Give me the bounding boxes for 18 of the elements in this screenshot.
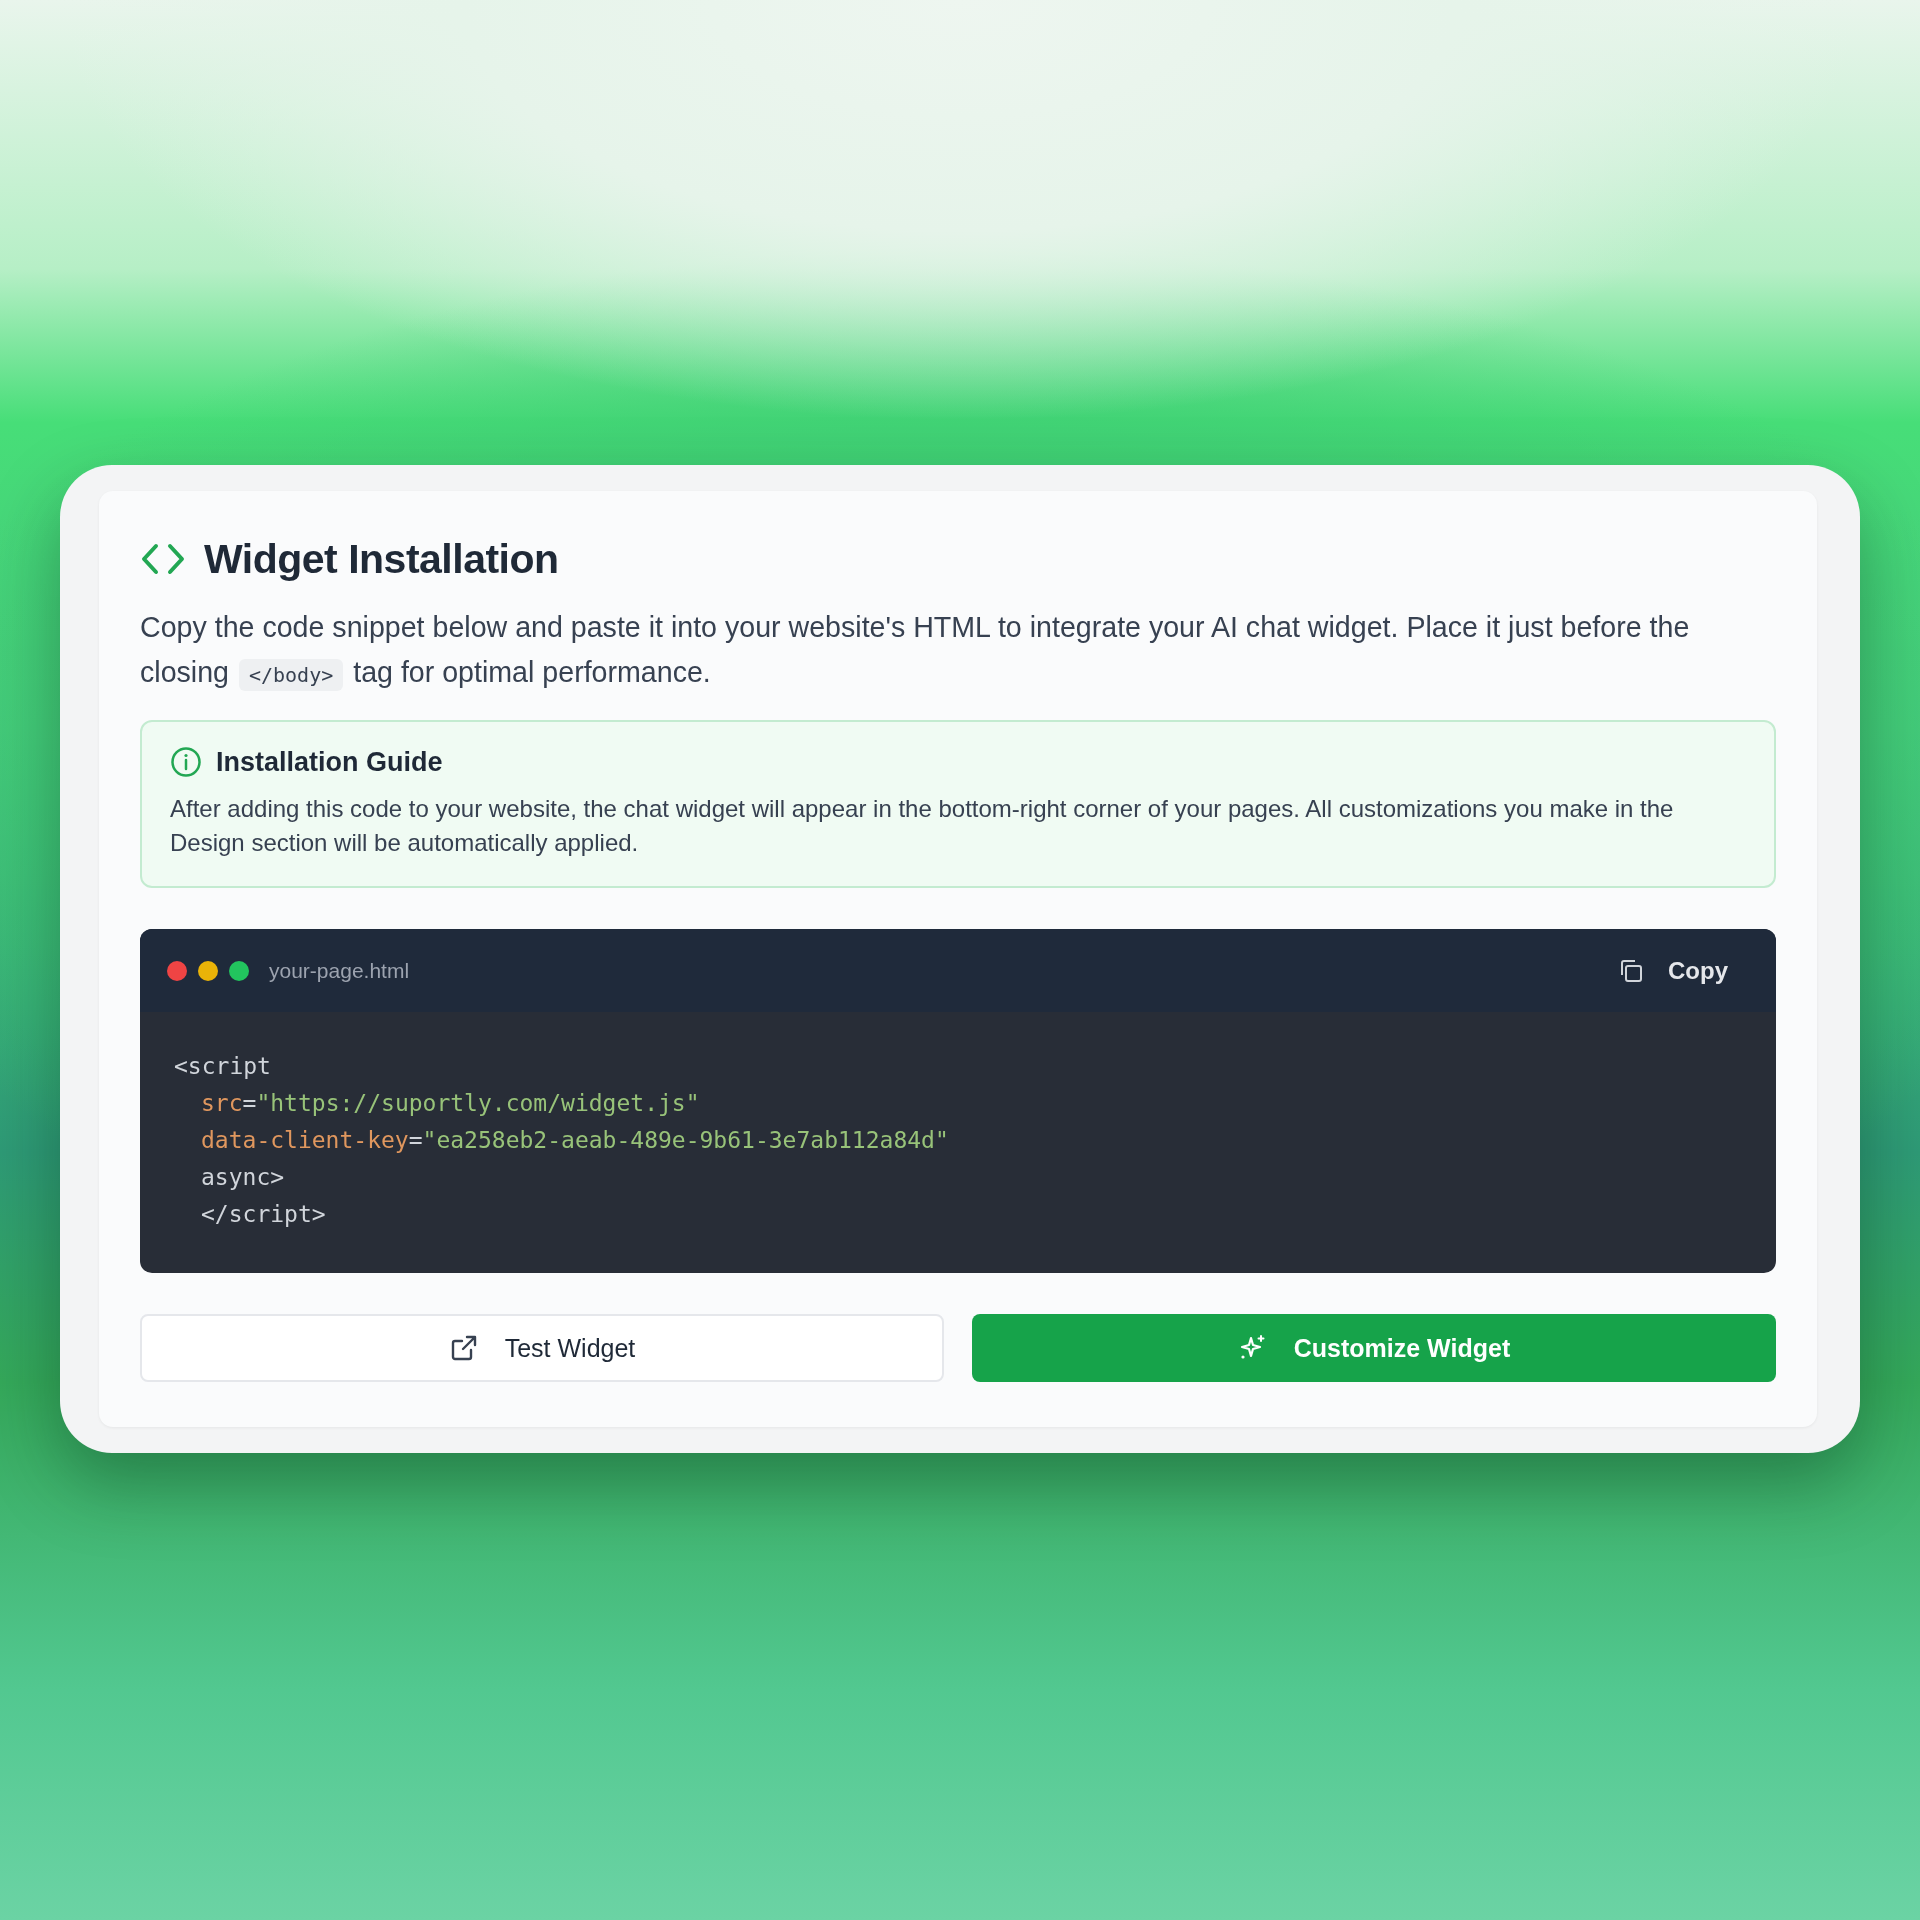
code-line: </script> — [201, 1200, 326, 1229]
code-line: src="https://suportly.com/widget.js" — [201, 1089, 700, 1118]
copy-button[interactable]: Copy — [1618, 952, 1728, 989]
copy-icon — [1618, 957, 1644, 984]
window-dot — [229, 960, 249, 981]
guide-title: Installation Guide — [216, 746, 443, 778]
code-icon — [140, 542, 186, 576]
file-name: your-page.html — [269, 958, 411, 983]
page-title: Widget Installation — [204, 535, 559, 584]
code-line: async> — [201, 1163, 285, 1192]
info-icon — [170, 746, 202, 778]
guide-text: After adding this code to your website, the chat widget will appear in the bottom-right corner of your pages. All customizations you make in the Design section will be automatically applied. — [170, 794, 1675, 858]
code-line: data-client-key="ea258eb2-aeab-489e-9b61-3e7ab112a84d" — [201, 1126, 949, 1155]
window-dot — [167, 960, 187, 981]
window-dot — [198, 960, 218, 981]
test-button[interactable]: Test Widget — [140, 1314, 944, 1382]
code-line: <script — [174, 1052, 271, 1081]
description-text: Copy the code snippet below and paste it into your website's HTML to integrate your AI chat widget. Place it just before the closing </body> tag for optimal performance. — [140, 605, 1776, 698]
